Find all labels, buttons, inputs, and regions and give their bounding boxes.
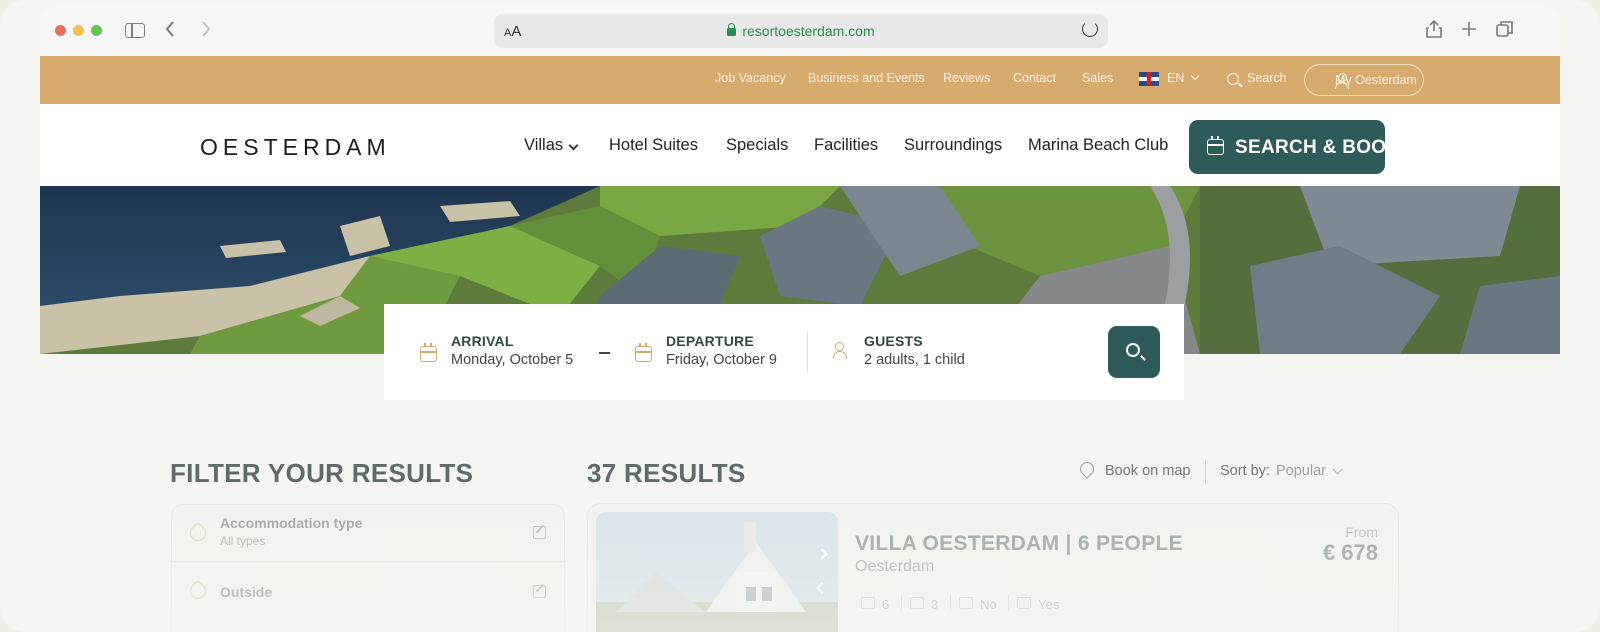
uk-flag-icon[interactable]: [1139, 72, 1159, 86]
persons-count: 6: [882, 597, 890, 612]
pets-allowed: No: [980, 597, 997, 612]
nav-facilities[interactable]: Facilities: [814, 136, 878, 155]
home-icon: [186, 521, 210, 545]
business-events-link[interactable]: Business and Events: [808, 71, 925, 85]
results-count: 37 RESULTS: [587, 458, 746, 488]
accommodation-type-filter[interactable]: Accommodation type: [220, 515, 362, 531]
sort-dropdown[interactable]: Popular: [1276, 463, 1326, 479]
sidebar-toggle-icon[interactable]: [125, 23, 145, 38]
search-icon[interactable]: [1227, 73, 1239, 85]
utility-bar: Job Vacancy Business and Events Reviews …: [40, 56, 1560, 104]
lock-icon: [727, 23, 737, 36]
zoom-window-button[interactable]: [91, 25, 102, 36]
browser-window: AA resortoesterdam.com Job Vacancy Busin…: [0, 0, 1600, 632]
villa-name[interactable]: VILLA OESTERDAM | 6 PEOPLE: [855, 532, 1183, 556]
search-book-button[interactable]: SEARCH & BOOK: [1189, 120, 1400, 174]
villas-chevron-down-icon[interactable]: [568, 140, 579, 151]
guests-label: GUESTS: [864, 333, 923, 349]
calendar-icon: [1207, 136, 1224, 155]
arrival-calendar-icon: [420, 343, 437, 362]
date-range-dash: [599, 352, 610, 354]
villa-photo[interactable]: [596, 512, 838, 632]
bedrooms-count: 3: [931, 597, 939, 612]
search-icon: [1126, 343, 1140, 357]
accommodation-type-value: All types: [220, 534, 266, 548]
nav-marina-beach-club[interactable]: Marina Beach Club: [1028, 136, 1168, 155]
wifi-icon: [1017, 597, 1031, 609]
address-bar[interactable]: AA resortoesterdam.com: [494, 14, 1108, 48]
divider: [172, 561, 564, 562]
browser-toolbar: AA resortoesterdam.com: [40, 4, 1560, 56]
arrival-label: ARRIVAL: [451, 333, 514, 349]
nav-surroundings[interactable]: Surroundings: [904, 136, 1002, 155]
edit-icon[interactable]: [533, 585, 546, 598]
my-oesterdam-button[interactable]: My Oesterdam: [1304, 64, 1424, 96]
chevron-down-icon[interactable]: [1190, 71, 1200, 81]
booking-search-panel: ARRIVAL Monday, October 5 DEPARTURE Frid…: [384, 304, 1184, 400]
result-card[interactable]: VILLA OESTERDAM | 6 PEOPLE Oesterdam Fro…: [587, 503, 1399, 632]
departure-label: DEPARTURE: [666, 333, 754, 349]
wifi-available: Yes: [1038, 597, 1060, 612]
tag-icon: [186, 579, 210, 603]
pets-icon: [959, 597, 973, 609]
bedroom-icon: [910, 597, 924, 609]
sort-label: Sort by:: [1220, 463, 1270, 479]
minimize-window-button[interactable]: [73, 25, 84, 36]
divider: [807, 331, 808, 373]
guests-icon: [833, 342, 851, 360]
map-pin-icon[interactable]: [1077, 459, 1097, 479]
outside-filter[interactable]: Outside: [220, 584, 272, 600]
reviews-link[interactable]: Reviews: [943, 71, 990, 85]
book-on-map-link[interactable]: Book on map: [1105, 463, 1190, 479]
guests-value[interactable]: 2 adults, 1 child: [864, 352, 965, 368]
reload-icon[interactable]: [1082, 21, 1098, 37]
close-window-button[interactable]: [55, 25, 66, 36]
filter-title: FILTER YOUR RESULTS: [170, 458, 474, 488]
villa-price: € 678: [1322, 540, 1378, 565]
filter-panel: Accommodation type All types Outside: [171, 504, 565, 632]
url-text[interactable]: resortoesterdam.com: [494, 23, 1108, 39]
nav-specials[interactable]: Specials: [726, 136, 788, 155]
share-icon[interactable]: [1426, 19, 1442, 38]
web-page: Job Vacancy Business and Events Reviews …: [40, 56, 1560, 632]
nav-villas[interactable]: Villas: [524, 136, 563, 155]
tab-overview-icon[interactable]: [1496, 20, 1513, 38]
edit-icon[interactable]: [533, 526, 546, 539]
sales-link[interactable]: Sales: [1082, 71, 1113, 85]
new-tab-icon[interactable]: [1461, 20, 1477, 38]
arrival-date[interactable]: Monday, October 5: [451, 352, 573, 368]
villa-location: Oesterdam: [855, 558, 935, 575]
divider: [1008, 595, 1009, 611]
job-vacancy-link[interactable]: Job Vacancy: [715, 71, 786, 85]
chevron-down-icon[interactable]: [1332, 464, 1343, 475]
search-link[interactable]: Search: [1247, 71, 1287, 85]
price-from-label: From: [1345, 524, 1378, 540]
divider: [950, 595, 951, 611]
forward-icon[interactable]: [200, 20, 212, 44]
departure-date[interactable]: Friday, October 9: [666, 352, 777, 368]
persons-icon: [861, 597, 875, 609]
divider: [1205, 460, 1206, 484]
search-submit-button[interactable]: [1108, 326, 1160, 378]
divider: [901, 595, 902, 611]
nav-hotel-suites[interactable]: Hotel Suites: [609, 136, 698, 155]
departure-calendar-icon: [635, 343, 652, 362]
contact-link[interactable]: Contact: [1013, 71, 1056, 85]
language-selector[interactable]: EN: [1167, 71, 1184, 85]
logo[interactable]: OESTERDAM: [200, 134, 391, 161]
main-navigation: OESTERDAM Villas Hotel Suites Specials F…: [40, 104, 1560, 186]
back-icon[interactable]: [164, 20, 176, 44]
